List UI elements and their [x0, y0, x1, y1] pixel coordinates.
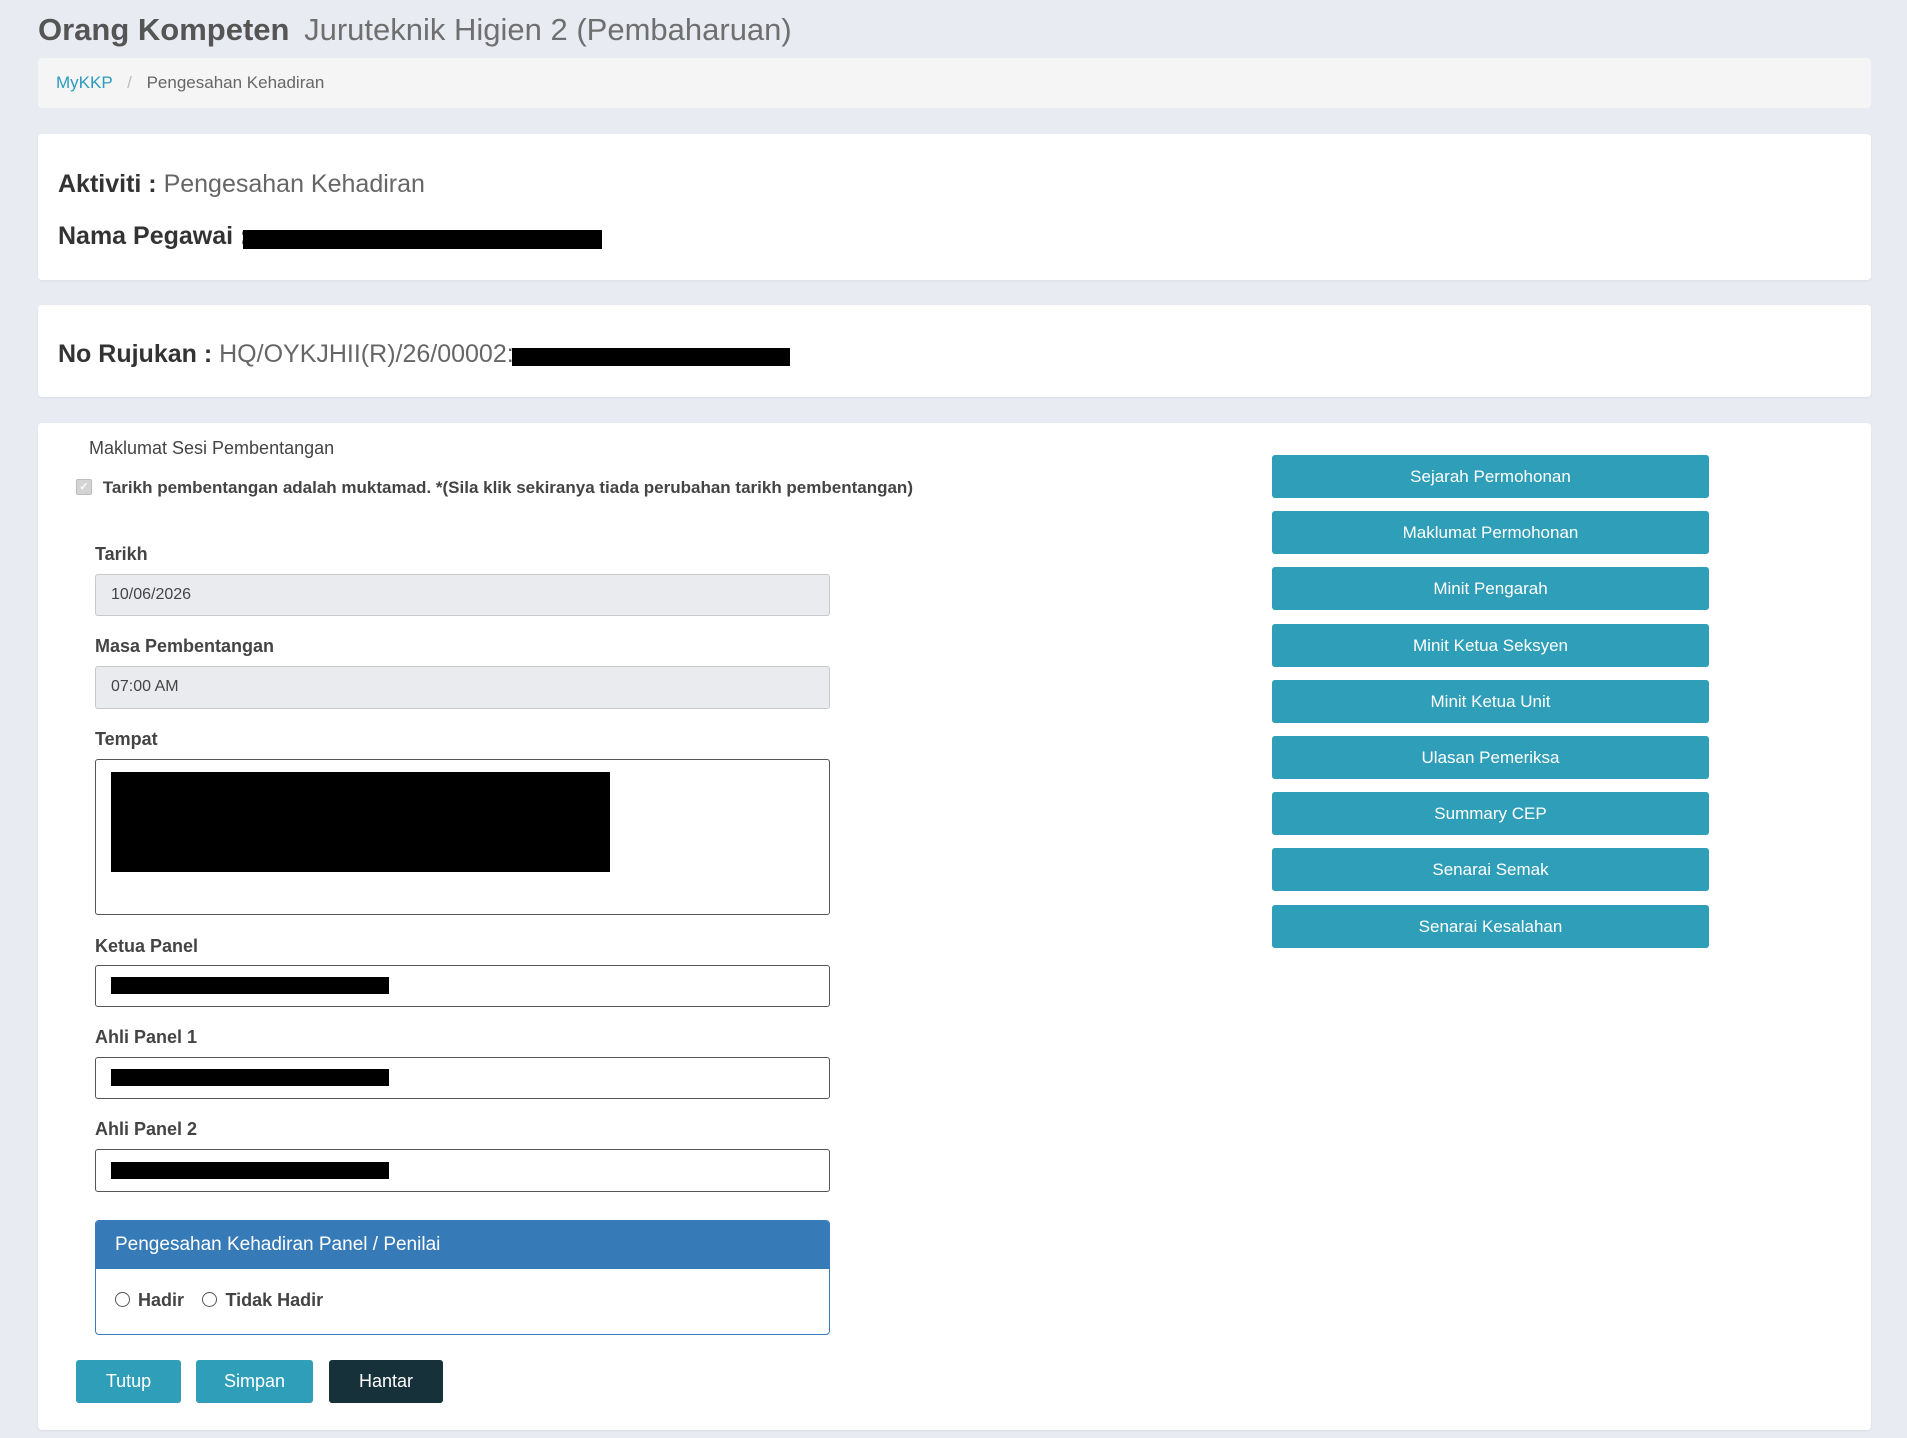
redacted-ahli-panel-2 — [111, 1162, 389, 1179]
tarikh-label: Tarikh — [95, 544, 148, 564]
page-title: Orang Kompeten Juruteknik Higien 2 (Pemb… — [38, 8, 792, 52]
final-date-checkbox-label: Tarikh pembentangan adalah muktamad. *(S… — [102, 478, 913, 497]
breadcrumb-current: Pengesahan Kehadiran — [146, 73, 325, 92]
aktiviti-row: Aktiviti : Pengesahan Kehadiran — [58, 170, 425, 199]
page-title-main: Orang Kompeten — [38, 12, 290, 47]
breadcrumb-home-link[interactable]: MyKKP — [56, 73, 112, 92]
ulasan-pemeriksa-button[interactable]: Ulasan Pemeriksa — [1272, 736, 1709, 779]
breadcrumb: MyKKP / Pengesahan Kehadiran — [38, 58, 1871, 108]
aktiviti-label: Aktiviti : — [58, 170, 157, 198]
senarai-kesalahan-button[interactable]: Senarai Kesalahan — [1272, 905, 1709, 948]
redacted-tempat — [111, 772, 610, 872]
hadir-label[interactable]: Hadir — [138, 1290, 184, 1310]
summary-cep-button[interactable]: Summary CEP — [1272, 792, 1709, 835]
simpan-button[interactable]: Simpan — [196, 1360, 313, 1403]
tidak-hadir-radio[interactable] — [202, 1292, 218, 1308]
attendance-options: Hadir Tidak Hadir — [96, 1269, 829, 1311]
tarikh-field[interactable]: 10/06/2026 — [95, 574, 830, 616]
nama-pegawai-label: Nama Pegawai : — [58, 222, 249, 250]
hadir-radio[interactable] — [115, 1292, 130, 1308]
minit-pengarah-button[interactable]: Minit Pengarah — [1272, 567, 1709, 610]
hantar-button[interactable]: Hantar — [329, 1360, 443, 1403]
page-title-sub: Juruteknik Higien 2 (Pembaharuan) — [304, 12, 792, 47]
final-date-checkbox-row[interactable]: ✓ Tarikh pembentangan adalah muktamad. *… — [76, 478, 913, 498]
masa-field[interactable]: 07:00 AM — [95, 666, 830, 709]
maklumat-permohonan-button[interactable]: Maklumat Permohonan — [1272, 511, 1709, 554]
minit-ketua-seksyen-button[interactable]: Minit Ketua Seksyen — [1272, 624, 1709, 667]
breadcrumb-separator: / — [127, 73, 132, 92]
redacted-reference — [512, 348, 790, 366]
session-title: Maklumat Sesi Pembentangan — [89, 438, 335, 458]
tutup-button[interactable]: Tutup — [76, 1360, 181, 1403]
masa-label: Masa Pembentangan — [95, 636, 275, 656]
redacted-name — [243, 230, 602, 249]
redacted-ahli-panel-1 — [111, 1069, 389, 1086]
no-rujukan-row: No Rujukan : HQ/OYKJHII(R)/26/00002: — [58, 340, 514, 369]
attendance-heading: Pengesahan Kehadiran Panel / Penilai — [96, 1221, 829, 1269]
no-rujukan-label: No Rujukan : — [58, 340, 213, 368]
redacted-ketua-panel — [111, 977, 389, 994]
ahli-panel-2-label: Ahli Panel 2 — [95, 1119, 198, 1139]
ahli-panel-1-label: Ahli Panel 1 — [95, 1027, 198, 1047]
ketua-panel-label: Ketua Panel — [95, 936, 199, 956]
senarai-semak-button[interactable]: Senarai Semak — [1272, 848, 1709, 891]
activity-panel — [38, 134, 1871, 280]
aktiviti-value: Pengesahan Kehadiran — [163, 170, 425, 198]
no-rujukan-value: HQ/OYKJHII(R)/26/00002: — [219, 340, 514, 368]
nama-pegawai-row: Nama Pegawai : — [58, 222, 248, 251]
attendance-panel: Pengesahan Kehadiran Panel / Penilai Had… — [95, 1220, 830, 1335]
tempat-label: Tempat — [95, 729, 158, 749]
final-date-checkbox[interactable]: ✓ — [76, 478, 92, 495]
sejarah-permohonan-button[interactable]: Sejarah Permohonan — [1272, 455, 1709, 498]
tidak-hadir-label[interactable]: Tidak Hadir — [225, 1290, 323, 1310]
minit-ketua-unit-button[interactable]: Minit Ketua Unit — [1272, 680, 1709, 723]
